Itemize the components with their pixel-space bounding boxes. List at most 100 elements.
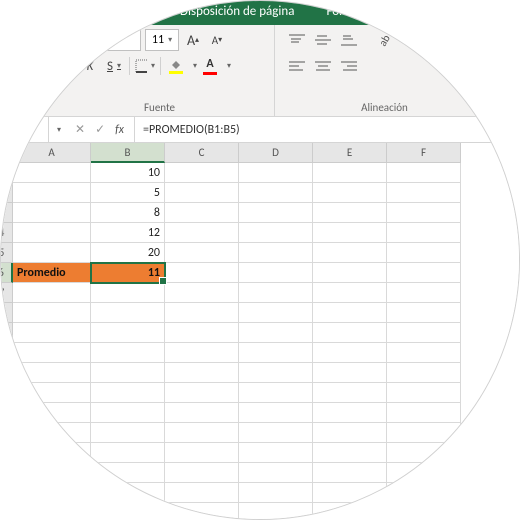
cell[interactable]: [165, 283, 239, 303]
cell[interactable]: [313, 203, 387, 223]
chevron-down-icon[interactable]: ▾: [227, 61, 231, 71]
cell[interactable]: [165, 423, 239, 443]
row-header[interactable]: 2: [0, 183, 13, 203]
select-all-corner[interactable]: [0, 143, 13, 163]
cancel-formula-button[interactable]: ✕: [75, 122, 85, 137]
cell[interactable]: [165, 403, 239, 423]
cell[interactable]: [387, 263, 461, 283]
cell[interactable]: [13, 243, 91, 263]
formula-input[interactable]: =PROMEDIO(B1:B5): [135, 123, 520, 137]
cell[interactable]: 10: [91, 163, 165, 183]
cell[interactable]: [387, 203, 461, 223]
cell[interactable]: [13, 363, 91, 383]
column-header[interactable]: A: [13, 143, 91, 163]
row-header[interactable]: 10: [0, 343, 13, 363]
cell[interactable]: [13, 483, 91, 503]
cell[interactable]: [239, 183, 313, 203]
cell[interactable]: [239, 263, 313, 283]
cell[interactable]: [387, 403, 461, 423]
cell[interactable]: [313, 403, 387, 423]
cell[interactable]: [13, 183, 91, 203]
font-name-combo[interactable]: Calibri ▾: [55, 29, 141, 51]
format-painter-icon[interactable]: [4, 50, 32, 78]
cell[interactable]: 20: [91, 243, 165, 263]
accept-formula-button[interactable]: ✓: [95, 122, 105, 137]
bold-button[interactable]: N: [55, 55, 77, 77]
borders-button[interactable]: ▾: [134, 55, 156, 77]
row-header[interactable]: 6: [0, 263, 13, 283]
cell[interactable]: [165, 183, 239, 203]
cell[interactable]: [13, 403, 91, 423]
cell[interactable]: [313, 383, 387, 403]
cell[interactable]: [165, 163, 239, 183]
cell[interactable]: [165, 203, 239, 223]
cell[interactable]: Promedio: [13, 263, 91, 283]
column-header[interactable]: C: [165, 143, 239, 163]
cell[interactable]: [387, 303, 461, 323]
cell[interactable]: [239, 383, 313, 403]
row-header[interactable]: 7: [0, 283, 13, 303]
cell[interactable]: [91, 443, 165, 463]
cell[interactable]: [239, 343, 313, 363]
align-right-button[interactable]: [337, 55, 361, 77]
cell[interactable]: [13, 423, 91, 443]
column-header[interactable]: E: [313, 143, 387, 163]
cell[interactable]: [91, 403, 165, 423]
chevron-down-icon[interactable]: ▾: [193, 61, 197, 71]
cell[interactable]: [239, 163, 313, 183]
cell[interactable]: [13, 463, 91, 483]
cell[interactable]: [313, 263, 387, 283]
cell[interactable]: [13, 283, 91, 303]
row-header[interactable]: 13: [0, 403, 13, 423]
cell[interactable]: [91, 303, 165, 323]
cell[interactable]: [91, 343, 165, 363]
row-header[interactable]: 9: [0, 323, 13, 343]
cell[interactable]: [387, 443, 461, 463]
cell[interactable]: [313, 363, 387, 383]
cell[interactable]: [165, 503, 239, 520]
decrease-font-size-button[interactable]: A▾: [207, 29, 227, 51]
cell[interactable]: [165, 303, 239, 323]
name-box[interactable]: 36: [0, 117, 49, 142]
column-header[interactable]: D: [239, 143, 313, 163]
cell[interactable]: [313, 283, 387, 303]
cell[interactable]: [165, 323, 239, 343]
cell[interactable]: [91, 483, 165, 503]
cell[interactable]: [13, 303, 91, 323]
cell[interactable]: [239, 303, 313, 323]
row-header[interactable]: 16: [0, 463, 13, 483]
cell[interactable]: [313, 303, 387, 323]
cell[interactable]: [387, 463, 461, 483]
row-header[interactable]: 12: [0, 383, 13, 403]
cell[interactable]: [387, 503, 461, 520]
cell[interactable]: [387, 223, 461, 243]
cell[interactable]: [165, 343, 239, 363]
cell[interactable]: [239, 503, 313, 520]
cell[interactable]: [13, 443, 91, 463]
cell[interactable]: [387, 483, 461, 503]
align-center-button[interactable]: [311, 55, 335, 77]
cell[interactable]: [313, 483, 387, 503]
cell[interactable]: [165, 443, 239, 463]
align-left-button[interactable]: [285, 55, 309, 77]
cell[interactable]: [387, 423, 461, 443]
cell[interactable]: [313, 343, 387, 363]
cell[interactable]: [13, 323, 91, 343]
cell[interactable]: [313, 223, 387, 243]
cell[interactable]: [13, 343, 91, 363]
row-header[interactable]: 11: [0, 363, 13, 383]
cell[interactable]: [239, 403, 313, 423]
cell[interactable]: [313, 243, 387, 263]
align-bottom-button[interactable]: [337, 29, 361, 51]
cell[interactable]: [387, 163, 461, 183]
cell[interactable]: [239, 443, 313, 463]
cell[interactable]: [239, 283, 313, 303]
cell[interactable]: [91, 503, 165, 520]
cell[interactable]: [13, 383, 91, 403]
cell[interactable]: [239, 223, 313, 243]
cell[interactable]: [387, 183, 461, 203]
cell[interactable]: [313, 163, 387, 183]
decrease-indent-button[interactable]: [409, 29, 433, 51]
cell[interactable]: [165, 263, 239, 283]
column-header[interactable]: B: [91, 143, 165, 163]
